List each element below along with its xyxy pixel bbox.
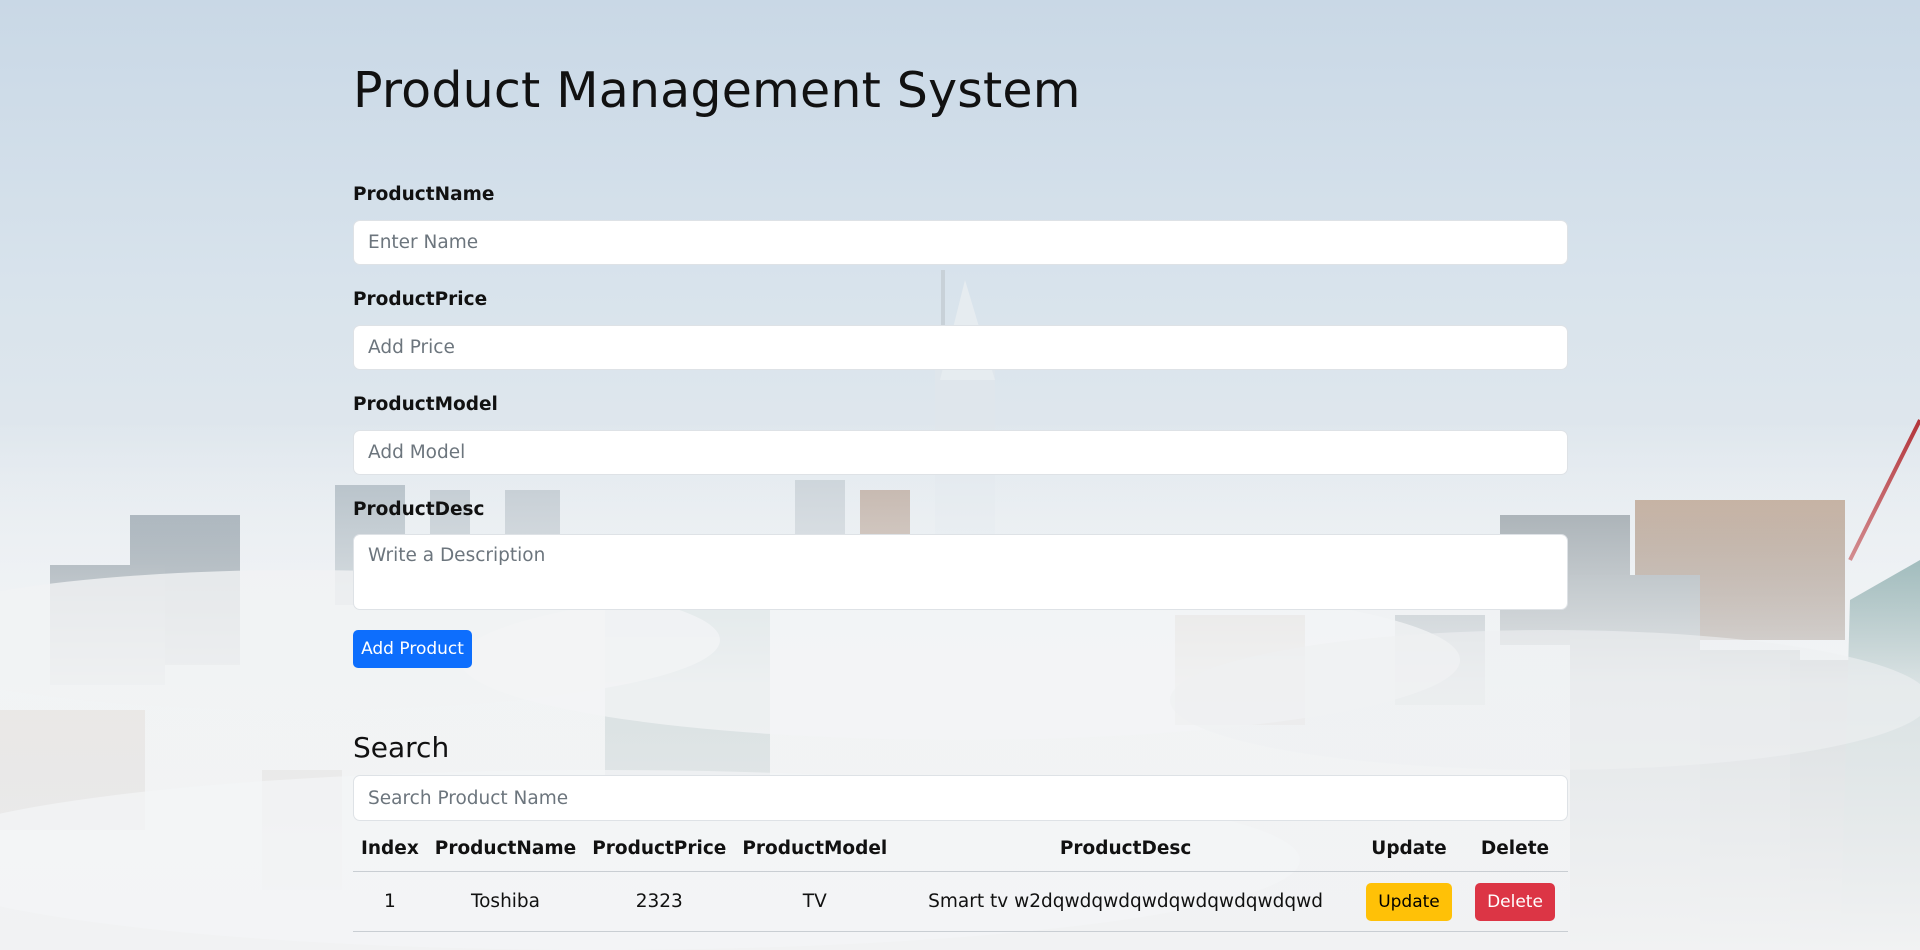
header-delete: Delete [1462,826,1568,872]
header-product-price: ProductPrice [584,826,735,872]
cell-delete: Delete [1462,871,1568,932]
product-name-input[interactable] [353,220,1568,265]
cell-product-model: TV [734,871,896,932]
product-desc-label: ProductDesc [353,499,485,520]
cell-index: 1 [353,871,427,932]
product-model-label: ProductModel [353,394,498,415]
table-header-row: Index ProductName ProductPrice ProductMo… [353,826,1568,872]
header-index: Index [353,826,427,872]
cell-product-desc: Smart tv w2dqwdqwdqwdqwdqwdqwdqwd [895,871,1356,932]
delete-button[interactable]: Delete [1475,882,1555,921]
page-title: Product Management System [353,62,1081,119]
update-button[interactable]: Update [1366,882,1452,921]
add-product-button[interactable]: Add Product [353,630,472,668]
search-input[interactable] [353,775,1568,821]
header-product-name: ProductName [426,826,585,872]
search-heading: Search [353,731,450,764]
product-price-input[interactable] [353,325,1568,370]
product-name-label: ProductName [353,184,495,205]
product-model-input[interactable] [353,430,1568,475]
cell-update: Update [1356,871,1462,932]
cell-product-price: 2323 [584,871,735,932]
header-update: Update [1356,826,1462,872]
header-product-desc: ProductDesc [895,826,1356,872]
cell-product-name: Toshiba [426,871,585,932]
product-desc-textarea[interactable] [353,534,1568,610]
table-row: 1 Toshiba 2323 TV Smart tv w2dqwdqwdqwdq… [353,871,1568,932]
product-price-label: ProductPrice [353,289,488,310]
products-table: Index ProductName ProductPrice ProductMo… [353,826,1568,932]
header-product-model: ProductModel [734,826,896,872]
